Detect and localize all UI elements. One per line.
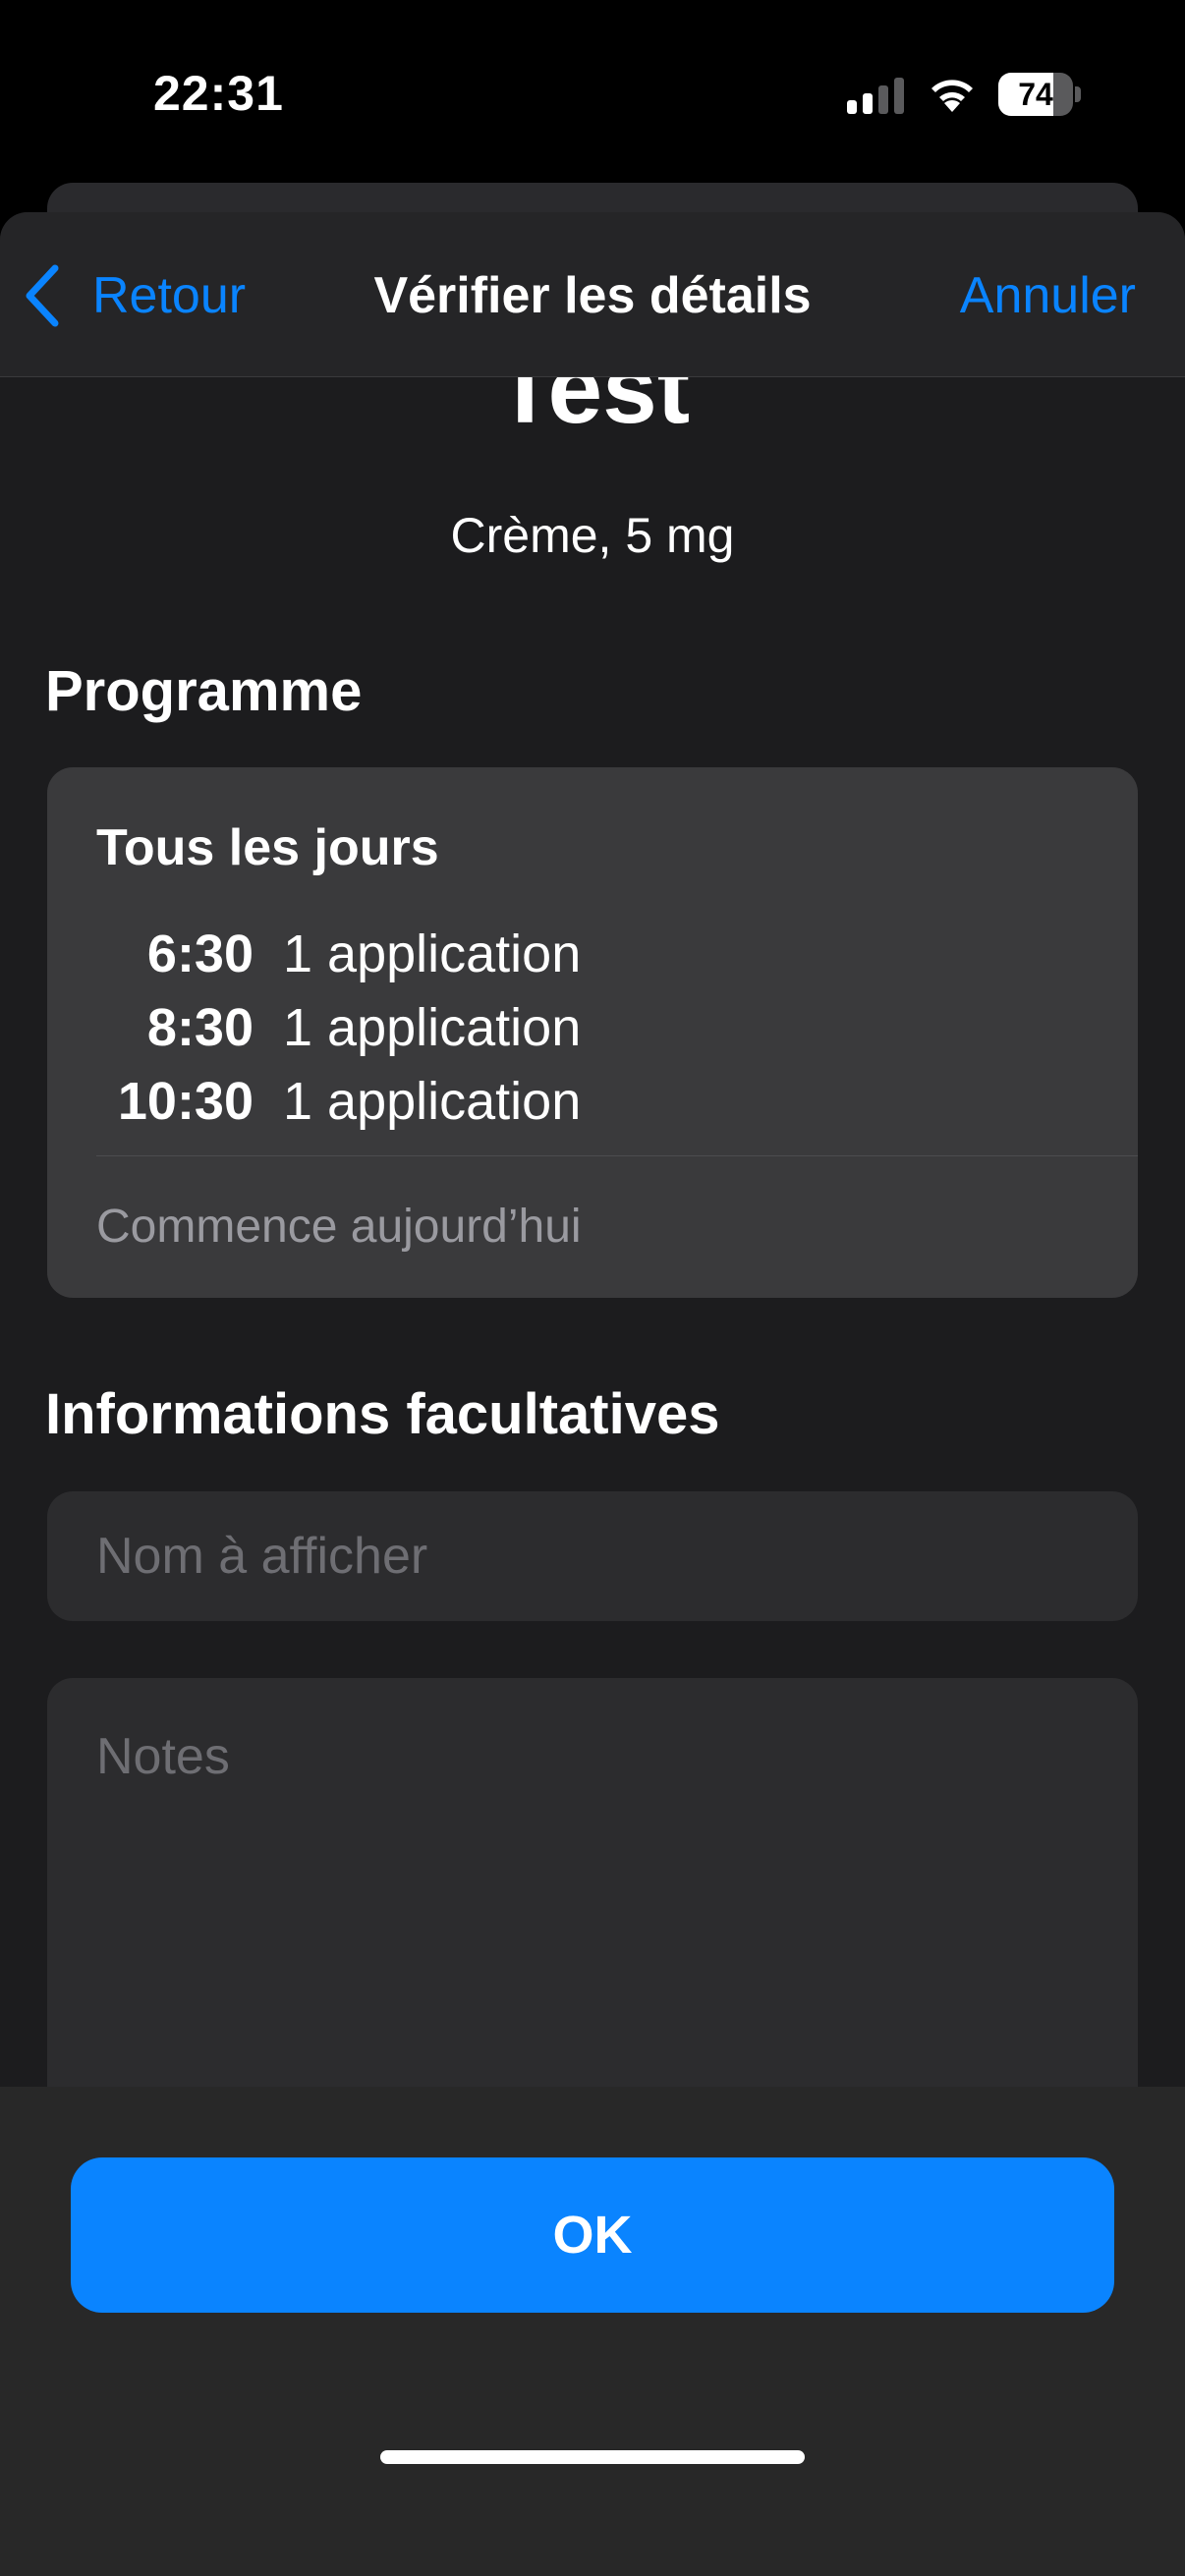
battery-level: 74 [1018,77,1053,112]
dose-time: 6:30 [146,924,254,983]
bottom-bar: OK [0,2087,1185,2576]
dose-amount: 1 application [283,998,582,1057]
battery-body: 74 [998,73,1073,116]
home-indicator [380,2450,805,2464]
dose-row: 6:30 1 application [96,920,581,988]
schedule-frequency: Tous les jours [96,819,439,876]
schedule-start: Commence aujourd’hui [96,1201,582,1253]
status-bar: 22:31 74 [0,0,1185,187]
battery-icon: 74 [998,73,1081,116]
dose-amount: 1 application [283,924,582,983]
status-time: 22:31 [153,66,284,121]
review-sheet: Retour Vérifier les détails Annuler Test… [0,212,1185,2576]
dose-row: 10:30 1 application [96,1067,581,1136]
cancel-button[interactable]: Annuler [960,261,1136,330]
divider [96,1155,1138,1156]
wifi-icon [931,80,973,112]
battery-cap [1075,86,1081,102]
optional-section-title: Informations facultatives [45,1382,720,1446]
cellular-signal-icon [847,78,904,114]
screen: 22:31 74 Retour Vérifier les détails Ann… [0,0,1185,2576]
display-name-input[interactable] [47,1491,1138,1621]
ok-button[interactable]: OK [71,2157,1114,2313]
schedule-card: Tous les jours 6:30 1 application 8:30 1… [47,767,1138,1298]
dose-row: 8:30 1 application [96,993,581,1062]
dose-amount: 1 application [283,1072,582,1131]
dose-time: 10:30 [117,1072,254,1131]
medication-detail: Crème, 5 mg [450,508,735,563]
schedule-section-title: Programme [45,659,363,723]
display-name-card [47,1491,1138,1621]
navigation-bar: Retour Vérifier les détails Annuler [0,212,1185,377]
dose-time: 8:30 [146,998,254,1057]
